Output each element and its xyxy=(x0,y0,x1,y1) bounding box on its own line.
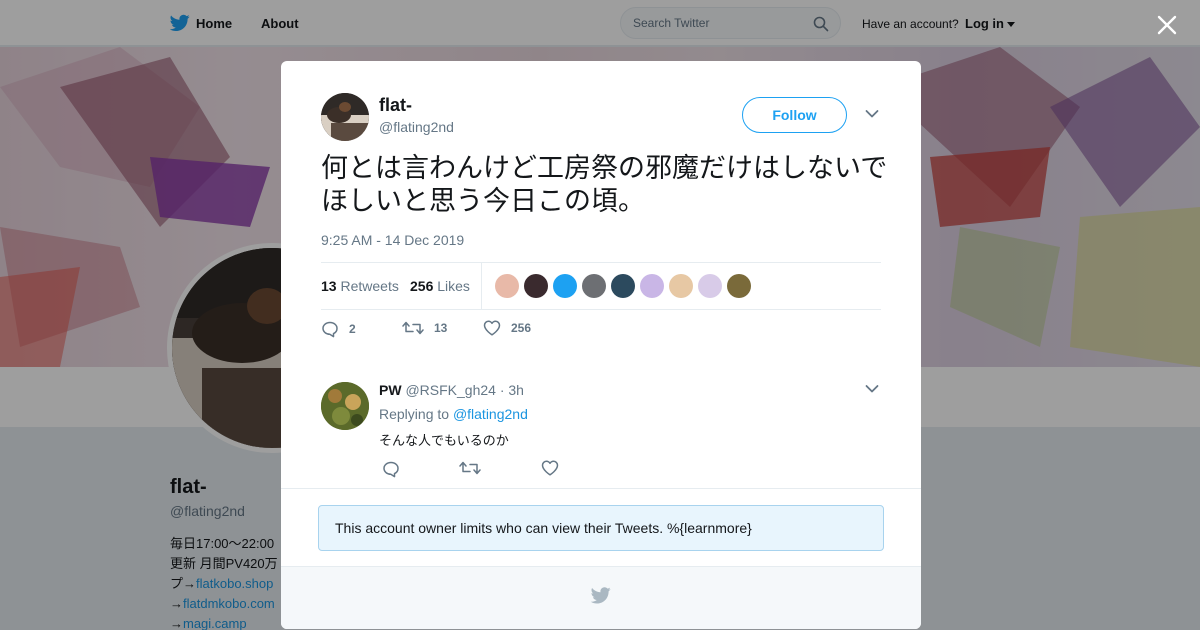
author-avatar-image xyxy=(321,93,369,141)
reply-reply-action[interactable] xyxy=(382,460,400,478)
chevron-down-icon[interactable] xyxy=(865,109,879,119)
tweet-modal: flat- @flating2nd Follow 何とは言わんけど工房祭の邪魔だ… xyxy=(281,61,921,629)
author-handle[interactable]: @flating2nd xyxy=(379,119,454,135)
liker-avatar[interactable] xyxy=(553,274,577,298)
stats-divider xyxy=(481,263,482,309)
reply-avatar[interactable] xyxy=(321,382,369,430)
retweets-stat[interactable]: 13 Retweets xyxy=(321,278,399,294)
reply-icon xyxy=(322,321,338,338)
liker-avatar[interactable] xyxy=(669,274,693,298)
reply-retweet-action[interactable] xyxy=(459,460,481,478)
reply-avatar-image xyxy=(321,382,369,430)
reply-text: そんな人でもいるのか xyxy=(379,433,509,448)
tweet-timestamp[interactable]: 9:25 AM - 14 Dec 2019 xyxy=(321,232,464,248)
reply-like-action[interactable] xyxy=(541,460,559,478)
reply-action[interactable]: 2 xyxy=(321,320,356,338)
close-icon[interactable] xyxy=(1154,12,1180,38)
liker-avatar[interactable] xyxy=(727,274,751,298)
liker-avatar[interactable] xyxy=(524,274,548,298)
reply-icon xyxy=(383,461,399,478)
follow-button[interactable]: Follow xyxy=(742,97,847,133)
likes-stat[interactable]: 256 Likes xyxy=(410,278,470,294)
protected-account-notice: This account owner limits who can view t… xyxy=(318,505,884,551)
author-avatar[interactable] xyxy=(321,93,369,141)
retweet-icon xyxy=(459,461,481,475)
heart-icon xyxy=(483,320,501,336)
like-action[interactable]: 256 xyxy=(483,320,531,336)
retweet-action[interactable]: 13 xyxy=(402,320,447,336)
author-name[interactable]: flat- xyxy=(379,95,412,116)
reply-count: 2 xyxy=(349,322,356,336)
tweet-text: 何とは言わんけど工房祭の邪魔だけはしないでほしいと思う今日この頃。 xyxy=(321,153,888,216)
limit-notice-area: This account owner limits who can view t… xyxy=(281,488,921,566)
modal-footer xyxy=(281,566,921,629)
tweet-stats: 13 Retweets 256 Likes xyxy=(321,262,881,310)
replying-to: Replying to @flating2nd xyxy=(379,406,528,422)
reply-time[interactable]: 3h xyxy=(508,382,524,398)
reply-author-handle[interactable]: @RSFK_gh24 xyxy=(405,382,495,398)
liker-avatar[interactable] xyxy=(495,274,519,298)
liker-avatar[interactable] xyxy=(640,274,664,298)
liker-avatar[interactable] xyxy=(582,274,606,298)
chevron-down-icon[interactable] xyxy=(865,384,879,394)
retweet-icon xyxy=(402,321,424,335)
reply-header: PW @RSFK_gh24 · 3h xyxy=(379,382,524,398)
retweet-count: 13 xyxy=(434,321,448,335)
liker-avatar[interactable] xyxy=(698,274,722,298)
replying-to-link[interactable]: @flating2nd xyxy=(453,406,528,422)
reply-author-name[interactable]: PW xyxy=(379,382,402,398)
heart-icon xyxy=(541,460,559,476)
liker-avatar[interactable] xyxy=(611,274,635,298)
reply-separator: · xyxy=(499,382,505,398)
like-count: 256 xyxy=(511,321,532,335)
twitter-bird-icon[interactable] xyxy=(591,587,611,604)
